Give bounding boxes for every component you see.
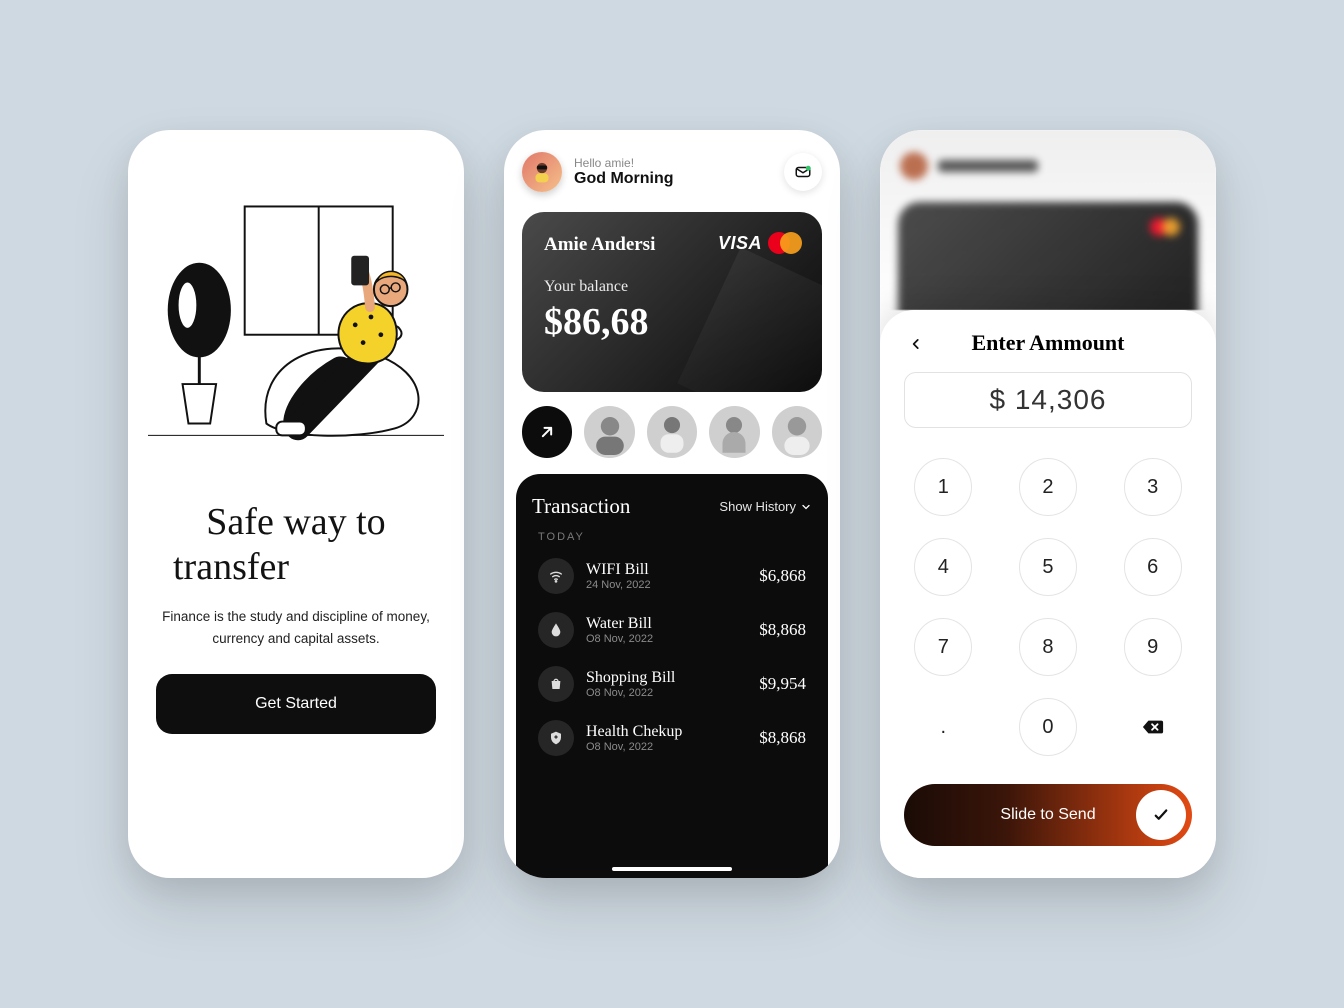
contact-avatar[interactable] — [584, 406, 634, 458]
balance-label: Your balance — [544, 278, 800, 296]
chevron-down-icon — [800, 501, 812, 513]
card-brands: VISA — [718, 232, 802, 254]
greeting-block: Hello amie! God Morning — [574, 156, 674, 188]
key-8[interactable]: 8 — [1019, 618, 1077, 676]
transaction-date: O8 Nov, 2022 — [586, 741, 682, 753]
key-9[interactable]: 9 — [1124, 618, 1182, 676]
greeting-small: Hello amie! — [574, 156, 674, 170]
transaction-row[interactable]: Shopping BillO8 Nov, 2022 $9,954 — [532, 657, 812, 711]
headline: Safe way to transfer money — [128, 470, 464, 606]
transaction-name: Health Chekup — [586, 723, 682, 741]
shield-icon — [538, 720, 574, 756]
amount-input[interactable]: $ 14,306 — [904, 372, 1192, 428]
show-history-button[interactable]: Show History — [719, 499, 812, 514]
visa-logo: VISA — [718, 233, 762, 254]
transactions-title: Transaction — [532, 494, 630, 519]
hero-illustration — [128, 130, 464, 470]
dashboard-screen: Hello amie! God Morning VISA Amie Anders… — [504, 130, 840, 878]
blurred-background — [880, 130, 1216, 310]
key-1[interactable]: 1 — [914, 458, 972, 516]
check-icon — [1152, 806, 1170, 824]
transaction-row[interactable]: Health ChekupO8 Nov, 2022 $8,868 — [532, 711, 812, 765]
mastercard-logo — [768, 232, 802, 254]
slide-label: Slide to Send — [1000, 806, 1095, 824]
subtitle: Finance is the study and discipline of m… — [128, 606, 464, 651]
transaction-amount: $6,868 — [759, 566, 806, 586]
key-3[interactable]: 3 — [1124, 458, 1182, 516]
onboarding-screen: Safe way to transfer money Finance is th… — [128, 130, 464, 878]
home-indicator — [612, 867, 732, 871]
header: Hello amie! God Morning — [504, 130, 840, 206]
avatar[interactable] — [522, 152, 562, 192]
transaction-date: O8 Nov, 2022 — [586, 687, 675, 699]
bag-icon — [538, 666, 574, 702]
transaction-date: 24 Nov, 2022 — [586, 579, 651, 591]
transaction-amount: $9,954 — [759, 674, 806, 694]
contact-avatar[interactable] — [647, 406, 697, 458]
key-5[interactable]: 5 — [1019, 538, 1077, 596]
send-money-button[interactable] — [522, 406, 572, 458]
backspace-icon — [1142, 719, 1164, 735]
balance-card[interactable]: VISA Amie Andersi Your balance $86,68 — [522, 212, 822, 392]
transactions-panel: Transaction Show History TODAY WIFI Bill… — [516, 474, 828, 878]
key-backspace[interactable] — [1124, 698, 1182, 756]
chevron-left-icon — [909, 337, 923, 351]
key-0[interactable]: 0 — [1019, 698, 1077, 756]
key-6[interactable]: 6 — [1124, 538, 1182, 596]
transaction-name: Water Bill — [586, 615, 653, 633]
transaction-amount: $8,868 — [759, 728, 806, 748]
contact-avatar[interactable] — [709, 406, 759, 458]
slide-to-send[interactable]: Slide to Send — [904, 784, 1192, 846]
balance-value: $86,68 — [544, 300, 800, 344]
transaction-date: O8 Nov, 2022 — [586, 633, 653, 645]
key-7[interactable]: 7 — [914, 618, 972, 676]
key-4[interactable]: 4 — [914, 538, 972, 596]
transaction-row[interactable]: Water BillO8 Nov, 2022 $8,868 — [532, 603, 812, 657]
transaction-group-label: TODAY — [538, 531, 812, 543]
transaction-row[interactable]: WIFI Bill24 Nov, 2022 $6,868 — [532, 549, 812, 603]
wifi-icon — [538, 558, 574, 594]
amount-sheet: Enter Ammount $ 14,306 1 2 3 4 5 6 7 8 9… — [880, 310, 1216, 878]
water-icon — [538, 612, 574, 648]
transaction-amount: $8,868 — [759, 620, 806, 640]
transaction-name: WIFI Bill — [586, 561, 651, 579]
enter-amount-screen: Enter Ammount $ 14,306 1 2 3 4 5 6 7 8 9… — [880, 130, 1216, 878]
headline-highlight: money — [300, 545, 419, 592]
key-2[interactable]: 2 — [1019, 458, 1077, 516]
slide-knob[interactable] — [1136, 790, 1186, 840]
arrow-up-right-icon — [537, 422, 557, 442]
key-dot[interactable]: . — [914, 698, 972, 756]
messages-button[interactable] — [784, 153, 822, 191]
back-button[interactable] — [904, 332, 928, 356]
transaction-name: Shopping Bill — [586, 669, 675, 687]
sheet-title: Enter Ammount — [972, 330, 1125, 356]
greeting-big: God Morning — [574, 170, 674, 188]
quick-contacts — [504, 392, 840, 472]
show-history-label: Show History — [719, 499, 796, 514]
contact-avatar[interactable] — [772, 406, 822, 458]
get-started-button[interactable]: Get Started — [156, 674, 436, 734]
keypad: 1 2 3 4 5 6 7 8 9 . 0 — [908, 458, 1188, 756]
